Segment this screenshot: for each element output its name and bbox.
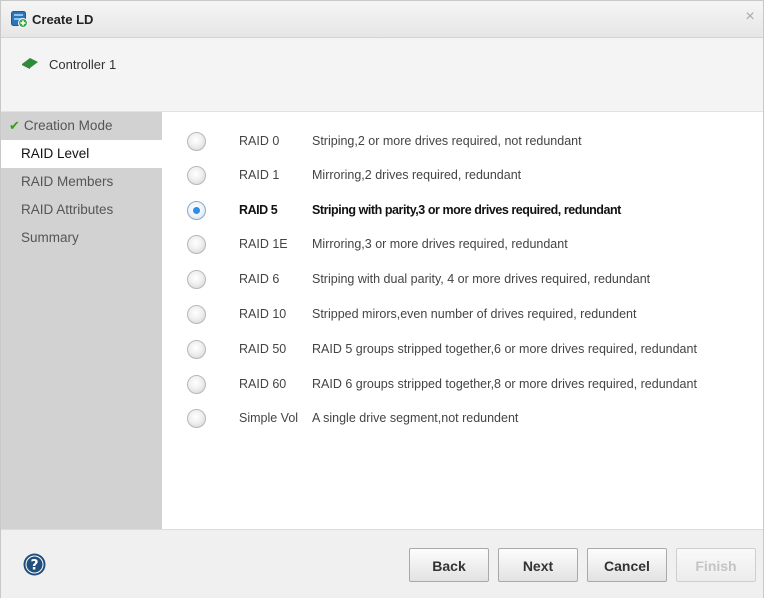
- raid-level-description: A single drive segment,not redundent: [312, 411, 519, 425]
- raid-level-label: RAID 50: [239, 342, 287, 356]
- checkmark-icon: ✔: [9, 118, 20, 133]
- step-raid-attributes[interactable]: RAID Attributes: [1, 196, 162, 224]
- raid-option-raid-1[interactable]: RAID 1 Mirroring,2 drives required, redu…: [187, 158, 757, 192]
- raid-option-simple-vol[interactable]: Simple Vol A single drive segment,not re…: [187, 401, 757, 435]
- dialog-footer: ? Back Next Cancel Finish: [1, 529, 763, 598]
- raid-level-label: RAID 1E: [239, 237, 288, 251]
- next-button[interactable]: Next: [498, 548, 578, 582]
- raid-level-panel: RAID 0 Striping,2 or more drives require…: [162, 112, 763, 529]
- raid-option-raid-10[interactable]: RAID 10 Stripped mirors,even number of d…: [187, 297, 757, 331]
- step-raid-level[interactable]: RAID Level: [1, 140, 162, 168]
- raid-level-description: Mirroring,2 drives required, redundant: [312, 168, 522, 182]
- step-label: RAID Attributes: [21, 202, 114, 217]
- raid-option-raid-1e[interactable]: RAID 1E Mirroring,3 or more drives requi…: [187, 227, 757, 261]
- close-icon[interactable]: ×: [743, 9, 757, 25]
- step-label: Summary: [21, 230, 79, 245]
- raid-level-label: Simple Vol: [239, 411, 299, 425]
- controller-card-icon: [21, 57, 39, 72]
- raid-level-label: RAID 6: [239, 272, 280, 286]
- radio-button[interactable]: [187, 165, 206, 185]
- create-ld-dialog: Create LD × Controller 1 ✔ Creation Mode …: [0, 0, 764, 598]
- raid-level-description: RAID 5 groups stripped together,6 or mor…: [312, 342, 697, 356]
- raid-level-description: Striping with dual parity, 4 or more dri…: [312, 272, 651, 286]
- help-glyph: ?: [30, 558, 38, 574]
- wizard-steps-sidebar: ✔ Creation Mode RAID Level RAID Members R…: [1, 112, 162, 529]
- radio-button[interactable]: [187, 269, 206, 289]
- step-raid-members[interactable]: RAID Members: [1, 168, 162, 196]
- radio-button[interactable]: [187, 374, 206, 394]
- raid-option-raid-0[interactable]: RAID 0 Striping,2 or more drives require…: [187, 124, 757, 158]
- raid-option-raid-5[interactable]: RAID 5 Striping with parity,3 or more dr…: [187, 193, 757, 227]
- step-summary[interactable]: Summary: [1, 224, 162, 252]
- cancel-button[interactable]: Cancel: [587, 548, 667, 582]
- controller-row: Controller 1: [21, 57, 116, 72]
- raid-level-label: RAID 1: [239, 168, 280, 182]
- raid-level-label: RAID 0: [239, 134, 280, 148]
- controller-header: Controller 1: [1, 38, 763, 112]
- step-label: RAID Level: [21, 146, 90, 161]
- raid-level-description: Stripped mirors,even number of drives re…: [312, 307, 637, 321]
- radio-button[interactable]: [187, 339, 206, 359]
- dialog-title: Create LD: [32, 11, 94, 27]
- raid-level-description: Mirroring,3 or more drives required, red…: [312, 237, 568, 251]
- raid-level-description: Striping,2 or more drives required, not …: [312, 134, 582, 148]
- raid-level-description: Striping with parity,3 or more drives re…: [312, 203, 621, 217]
- radio-button[interactable]: [187, 234, 206, 254]
- raid-level-label: RAID 60: [239, 377, 287, 391]
- raid-option-raid-6[interactable]: RAID 6 Striping with dual parity, 4 or m…: [187, 262, 757, 296]
- raid-level-description: RAID 6 groups stripped together,8 or mor…: [312, 377, 697, 391]
- back-button[interactable]: Back: [409, 548, 489, 582]
- raid-level-label: RAID 5: [239, 203, 278, 217]
- radio-button-selected[interactable]: [187, 200, 206, 220]
- controller-label: Controller 1: [49, 57, 117, 72]
- step-label: RAID Members: [21, 174, 114, 189]
- raid-option-raid-50[interactable]: RAID 50 RAID 5 groups stripped together,…: [187, 332, 757, 366]
- radio-button[interactable]: [187, 131, 206, 151]
- step-creation-mode[interactable]: ✔ Creation Mode: [1, 112, 162, 140]
- title-bar: Create LD ×: [1, 1, 763, 38]
- help-icon[interactable]: ?: [23, 553, 46, 576]
- create-ld-icon: [11, 10, 28, 28]
- radio-button[interactable]: [187, 408, 206, 428]
- step-label: Creation Mode: [23, 118, 113, 133]
- raid-level-label: RAID 10: [239, 307, 287, 321]
- raid-option-raid-60[interactable]: RAID 60 RAID 6 groups stripped together,…: [187, 367, 757, 401]
- radio-button[interactable]: [187, 304, 206, 324]
- finish-button[interactable]: Finish: [676, 548, 756, 582]
